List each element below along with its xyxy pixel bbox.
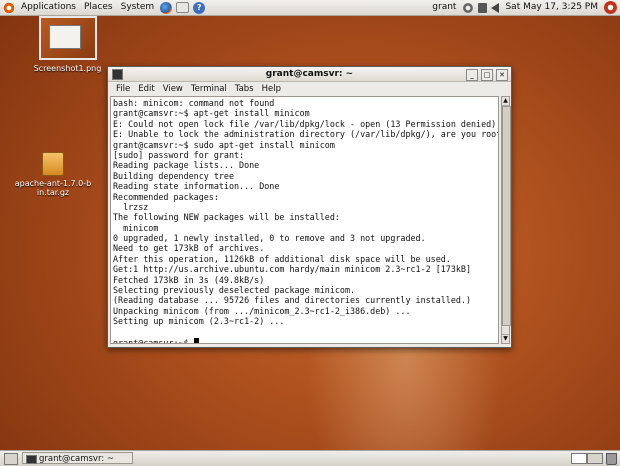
terminal-line: Reading state information... Done <box>113 181 280 192</box>
gear-icon[interactable] <box>462 1 475 14</box>
terminal-line: Need to get 173kB of archives. <box>113 243 265 254</box>
terminal-line: E: Could not open lock file /var/lib/dpk… <box>113 118 497 129</box>
volume-icon[interactable] <box>491 2 500 13</box>
terminal-line: After this operation, 1126kB of addition… <box>113 253 451 264</box>
window-title: grant@camsvr: ~ <box>265 69 354 79</box>
help-icon[interactable]: ? <box>193 1 206 14</box>
desktop-icon-label: apache-ant-1.7.0-bin.tar.gz <box>14 179 92 197</box>
terminal-line: 0 upgraded, 1 newly installed, 0 to remo… <box>113 233 426 244</box>
terminal-line: (Reading database ... 95726 files and di… <box>113 295 471 306</box>
window-menubar: File Edit View Terminal Tabs Help <box>108 82 511 95</box>
terminal-cursor <box>193 337 199 343</box>
firefox-icon[interactable] <box>160 1 173 14</box>
terminal-output[interactable]: bash: minicom: command not found grant@ca… <box>110 96 499 344</box>
terminal-line: bash: minicom: command not found <box>113 98 275 108</box>
workspace-switcher-2[interactable] <box>587 453 603 464</box>
menu-terminal[interactable]: Terminal <box>187 84 231 94</box>
vertical-scrollbar[interactable]: ▲ ▼ <box>501 96 511 344</box>
terminal-app-icon <box>112 69 123 80</box>
terminal-line: grant@camsvr:~$ <box>113 337 498 343</box>
menu-help[interactable]: Help <box>258 84 285 94</box>
terminal-line: Building dependency tree <box>113 170 235 181</box>
network-icon[interactable] <box>478 2 488 13</box>
terminal-task-icon <box>26 455 37 464</box>
terminal-line: Selecting previously deselected package … <box>113 285 356 296</box>
scroll-down-arrow-icon[interactable]: ▼ <box>502 334 509 343</box>
terminal-line: Get:1 http://us.archive.ubuntu.com hardy… <box>113 264 471 275</box>
username-label[interactable]: grant <box>428 0 460 15</box>
terminal-line: E: Unable to lock the administration dir… <box>113 129 499 140</box>
terminal-line: lrzsz <box>113 201 149 212</box>
terminal-line: Recommended packages: <box>113 191 219 202</box>
ubuntu-logo-icon[interactable] <box>3 1 15 14</box>
menu-file[interactable]: File <box>112 84 134 94</box>
workspace-switcher[interactable] <box>571 453 587 464</box>
minimize-button[interactable]: _ <box>466 69 478 81</box>
taskbar-button-terminal[interactable]: grant@camsvr: ~ <box>22 452 133 464</box>
terminal-line: minicom <box>113 222 159 233</box>
desktop-icon-label: Screenshot1.png <box>33 64 102 73</box>
trash-icon[interactable] <box>606 453 617 465</box>
shutdown-icon[interactable] <box>604 1 617 14</box>
bottom-panel: grant@camsvr: ~ <box>0 450 620 466</box>
terminal-line: Fetched 173kB in 3s (49.8kB/s) <box>113 274 265 285</box>
menu-system[interactable]: System <box>117 0 159 15</box>
terminal-window[interactable]: grant@camsvr: ~ _ □ ✕ File Edit View Ter… <box>107 66 512 348</box>
menu-edit[interactable]: Edit <box>134 84 158 94</box>
taskbar-button-label: grant@camsvr: ~ <box>39 454 114 464</box>
terminal-line: The following NEW packages will be insta… <box>113 212 340 223</box>
terminal-line: grant@camsvr:~$ sudo apt-get install min… <box>113 139 335 150</box>
archive-file-icon <box>42 152 64 176</box>
scrollbar-thumb[interactable] <box>502 106 511 326</box>
window-titlebar[interactable]: grant@camsvr: ~ _ □ ✕ <box>108 67 511 82</box>
desktop-icon-archive[interactable]: apache-ant-1.7.0-bin.tar.gz <box>14 152 92 197</box>
terminal-line: [sudo] password for grant: <box>113 149 245 160</box>
menu-applications[interactable]: Applications <box>17 0 80 15</box>
clock[interactable]: Sat May 17, 3:25 PM <box>501 0 602 15</box>
top-panel: Applications Places System ? grant Sat M… <box>0 0 620 16</box>
close-button[interactable]: ✕ <box>496 69 508 81</box>
menu-view[interactable]: View <box>159 84 187 94</box>
show-desktop-icon[interactable] <box>4 453 18 465</box>
terminal-line: Reading package lists... Done <box>113 160 260 171</box>
scroll-up-arrow-icon[interactable]: ▲ <box>502 97 509 106</box>
mail-icon[interactable] <box>176 2 190 13</box>
maximize-button[interactable]: □ <box>481 69 493 81</box>
terminal-line: Unpacking minicom (from .../minicom_2.3~… <box>113 305 411 316</box>
terminal-line: grant@camsvr:~$ apt-get install minicom <box>113 108 310 119</box>
desktop-icon-screenshot[interactable]: Screenshot1.png <box>30 16 105 73</box>
image-thumbnail-icon <box>38 16 97 60</box>
menu-tabs[interactable]: Tabs <box>231 84 258 94</box>
terminal-line: Setting up minicom (2.3~rc1-2) ... <box>113 316 285 327</box>
menu-places[interactable]: Places <box>80 0 117 15</box>
